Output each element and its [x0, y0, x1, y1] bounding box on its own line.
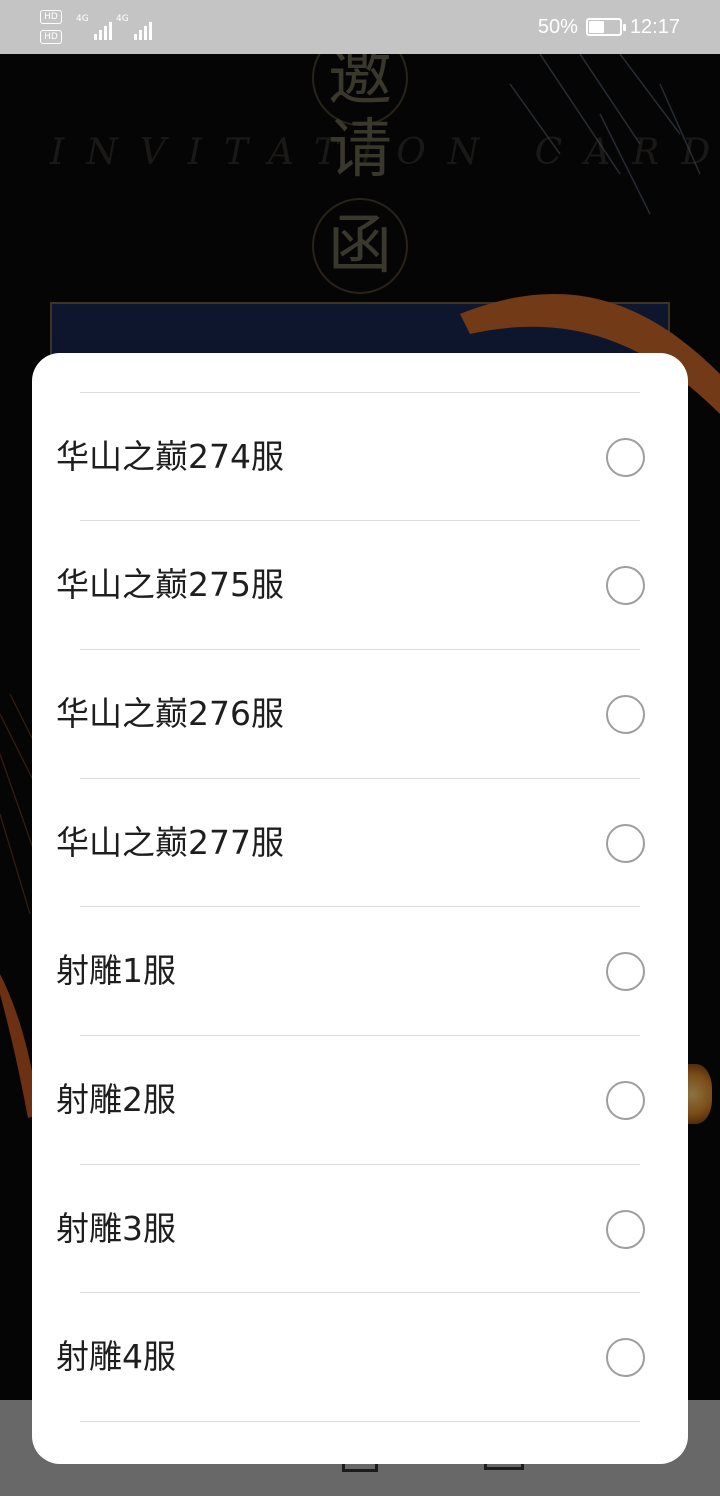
server-option[interactable]: 射雕3服 [32, 1165, 688, 1293]
server-option-label: 射雕4服 [56, 1337, 176, 1376]
server-option-label: 射雕2服 [56, 1080, 176, 1119]
radio-button[interactable] [606, 1210, 645, 1249]
clock: 12:17 [629, 15, 680, 38]
status-right: 50% 12:17 [538, 12, 680, 42]
battery-percent: 50% [537, 15, 578, 38]
radio-button[interactable] [606, 1338, 645, 1377]
server-option[interactable]: 华山之巅275服 [32, 521, 688, 649]
hd-badge-icon: HD [40, 10, 62, 24]
server-option-label: 华山之巅275服 [56, 565, 284, 604]
radio-button[interactable] [606, 1081, 645, 1120]
battery-level [588, 21, 604, 33]
radio-button[interactable] [606, 952, 645, 991]
hd-badge-icon: HD [40, 30, 62, 44]
radio-button[interactable] [606, 824, 645, 863]
server-option[interactable]: 射雕2服 [32, 1036, 688, 1164]
server-option-label: 华山之巅274服 [56, 437, 284, 476]
server-option[interactable]: 华山之巅277服 [32, 779, 688, 907]
server-option[interactable]: 射雕4服 [32, 1293, 688, 1421]
server-option-label: 射雕1服 [56, 951, 176, 990]
server-option-label: 射雕3服 [56, 1209, 176, 1248]
radio-button[interactable] [606, 438, 645, 477]
battery-icon [585, 18, 626, 36]
divider [80, 1421, 640, 1422]
server-option-label: 华山之巅277服 [56, 823, 284, 862]
server-option[interactable]: 华山之巅274服 [32, 393, 688, 521]
radio-button[interactable] [606, 695, 645, 734]
server-option-label: 华山之巅276服 [56, 694, 284, 733]
server-option[interactable]: 射雕1服 [32, 907, 688, 1035]
radio-button[interactable] [606, 566, 645, 605]
server-select-dialog: 华山之巅274服 华山之巅275服 华山之巅276服 华山之巅277服 射雕1服… [32, 353, 688, 1464]
status-bar: HD HD 4G 4G 50% 12:17 [0, 0, 720, 54]
server-option[interactable]: 华山之巅276服 [32, 650, 688, 778]
